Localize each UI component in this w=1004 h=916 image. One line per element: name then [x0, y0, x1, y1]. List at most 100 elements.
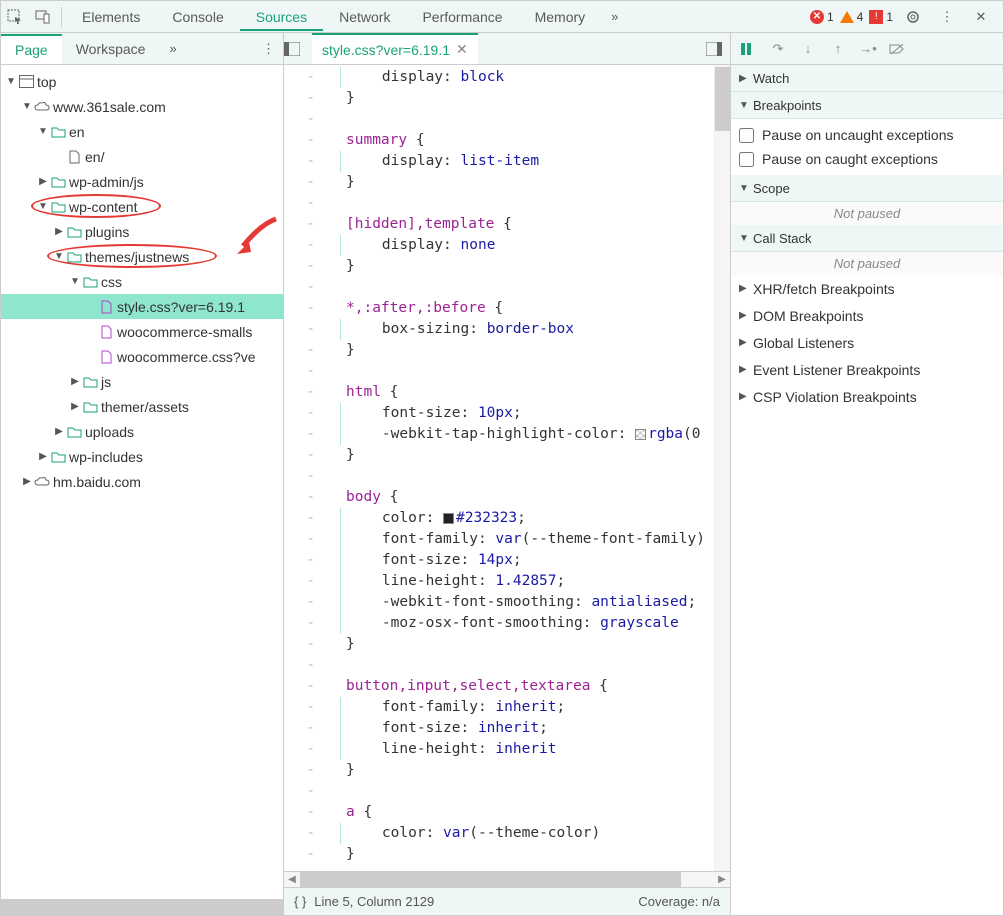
editor-pane: style.css?ver=6.19.1 ✕ -----------------…: [284, 33, 730, 915]
tree-row[interactable]: ▼themes/justnews: [1, 244, 283, 269]
pause-caught-checkbox[interactable]: Pause on caught exceptions: [739, 147, 995, 171]
toggle-navigator-icon[interactable]: [284, 42, 312, 56]
tree-row[interactable]: ▼css: [1, 269, 283, 294]
tree-label: uploads: [83, 424, 134, 440]
doc-p-icon: [97, 325, 115, 339]
toggle-debugger-icon[interactable]: [706, 42, 722, 56]
tree-label: plugins: [83, 224, 129, 240]
tree-label: wp-content: [67, 199, 137, 215]
tree-label: themes/justnews: [83, 249, 189, 265]
main-tab-elements[interactable]: Elements: [66, 3, 156, 31]
tree-row[interactable]: style.css?ver=6.19.1: [1, 294, 283, 319]
editor-tab-label: style.css?ver=6.19.1: [322, 42, 450, 58]
file-tree[interactable]: ▼top▼www.361sale.com▼enen/▶wp-admin/js▼w…: [1, 65, 283, 899]
nav-tab-workspace[interactable]: Workspace: [62, 35, 160, 63]
warning-count[interactable]: 4: [840, 10, 864, 24]
main-tabbar: ElementsConsoleSourcesNetworkPerformance…: [1, 1, 1003, 33]
debug-section[interactable]: ▶DOM Breakpoints: [731, 302, 1003, 329]
devtools-root: ElementsConsoleSourcesNetworkPerformance…: [0, 0, 1004, 916]
folder-icon: [49, 451, 67, 463]
debug-section[interactable]: ▶XHR/fetch Breakpoints: [731, 275, 1003, 302]
main-tab-performance[interactable]: Performance: [406, 3, 518, 31]
cloud-icon: [33, 101, 51, 113]
close-tab-icon[interactable]: ✕: [456, 41, 468, 58]
close-icon[interactable]: ✕: [967, 3, 995, 31]
scope-not-paused: Not paused: [731, 202, 1003, 225]
tree-row[interactable]: ▶themer/assets: [1, 394, 283, 419]
navigator-tabs: PageWorkspace » ⋮: [1, 33, 283, 65]
callstack-not-paused: Not paused: [731, 252, 1003, 275]
debugger-toolbar: ↷ ↓ ↑ →•: [731, 33, 1003, 65]
editor-statusbar: { } Line 5, Column 2129 Coverage: n/a: [284, 887, 730, 915]
folder-icon: [49, 126, 67, 138]
device-toggle-icon[interactable]: [29, 3, 57, 31]
inspect-icon[interactable]: [1, 3, 29, 31]
step-into-icon[interactable]: ↓: [799, 41, 817, 56]
step-icon[interactable]: →•: [859, 41, 877, 56]
tree-label: css: [99, 274, 122, 290]
tree-row[interactable]: ▶wp-admin/js: [1, 169, 283, 194]
tree-row[interactable]: ▶uploads: [1, 419, 283, 444]
editor-vscrollbar[interactable]: [714, 65, 730, 871]
tree-label: js: [99, 374, 111, 390]
folder-icon: [65, 251, 83, 263]
deactivate-breakpoints-icon[interactable]: [889, 42, 907, 56]
scope-section[interactable]: ▼Scope: [731, 175, 1003, 202]
tree-row[interactable]: ▼top: [1, 69, 283, 94]
tree-label: wp-includes: [67, 449, 143, 465]
tree-row[interactable]: ▼wp-content: [1, 194, 283, 219]
main-tab-console[interactable]: Console: [156, 3, 239, 31]
debug-section[interactable]: ▶Event Listener Breakpoints: [731, 356, 1003, 383]
folder-icon: [81, 376, 99, 388]
pause-icon[interactable]: [739, 42, 757, 56]
main-tab-network[interactable]: Network: [323, 3, 406, 31]
tree-row[interactable]: ▶hm.baidu.com: [1, 469, 283, 494]
nav-menu-icon[interactable]: ⋮: [262, 41, 275, 57]
callstack-section[interactable]: ▼Call Stack: [731, 225, 1003, 252]
tree-label: top: [35, 74, 56, 90]
code-editor[interactable]: -------------------------------------- d…: [284, 65, 730, 871]
editor-hscrollbar[interactable]: ◀ ▶: [284, 871, 730, 887]
tree-row[interactable]: ▼en: [1, 119, 283, 144]
debug-section[interactable]: ▶Global Listeners: [731, 329, 1003, 356]
tree-row[interactable]: ▶js: [1, 369, 283, 394]
tree-label: style.css?ver=6.19.1: [115, 299, 245, 315]
cloud-icon: [33, 476, 51, 488]
step-out-icon[interactable]: ↑: [829, 41, 847, 56]
tree-row[interactable]: ▼www.361sale.com: [1, 94, 283, 119]
nav-hscrollbar[interactable]: [1, 899, 283, 915]
pause-uncaught-checkbox[interactable]: Pause on uncaught exceptions: [739, 123, 995, 147]
editor-tab[interactable]: style.css?ver=6.19.1 ✕: [312, 33, 478, 64]
debug-section[interactable]: ▶CSP Violation Breakpoints: [731, 383, 1003, 410]
main-tab-sources[interactable]: Sources: [240, 3, 323, 31]
folder-icon: [81, 276, 99, 288]
tree-label: hm.baidu.com: [51, 474, 141, 490]
nav-tab-page[interactable]: Page: [1, 34, 62, 64]
folder-icon: [65, 226, 83, 238]
tree-row[interactable]: en/: [1, 144, 283, 169]
nav-tabs-overflow-icon[interactable]: »: [159, 35, 186, 62]
tree-label: themer/assets: [99, 399, 189, 415]
tree-label: www.361sale.com: [51, 99, 166, 115]
cursor-position: Line 5, Column 2129: [314, 894, 434, 909]
coverage-status: Coverage: n/a: [638, 894, 720, 909]
settings-icon[interactable]: [899, 3, 927, 31]
error-count[interactable]: ✕1: [810, 10, 834, 24]
step-over-icon[interactable]: ↷: [769, 41, 787, 57]
doc-p-icon: [97, 350, 115, 364]
more-menu-icon[interactable]: ⋮: [933, 3, 961, 31]
tree-label: woocommerce.css?ve: [115, 349, 256, 365]
debugger-sidebar: ↷ ↓ ↑ →• ▶Watch ▼Breakpoints Pause on un…: [730, 33, 1003, 915]
tree-row[interactable]: ▶plugins: [1, 219, 283, 244]
tree-label: woocommerce-smalls: [115, 324, 252, 340]
tree-row[interactable]: woocommerce-smalls: [1, 319, 283, 344]
issue-count[interactable]: !1: [869, 10, 893, 24]
main-tab-memory[interactable]: Memory: [519, 3, 602, 31]
tabs-overflow-icon[interactable]: »: [601, 3, 628, 30]
breakpoints-section[interactable]: ▼Breakpoints: [731, 92, 1003, 119]
tree-row[interactable]: ▶wp-includes: [1, 444, 283, 469]
tree-row[interactable]: woocommerce.css?ve: [1, 344, 283, 369]
watch-section[interactable]: ▶Watch: [731, 65, 1003, 92]
doc-p-icon: [97, 300, 115, 314]
tree-label: en: [67, 124, 85, 140]
